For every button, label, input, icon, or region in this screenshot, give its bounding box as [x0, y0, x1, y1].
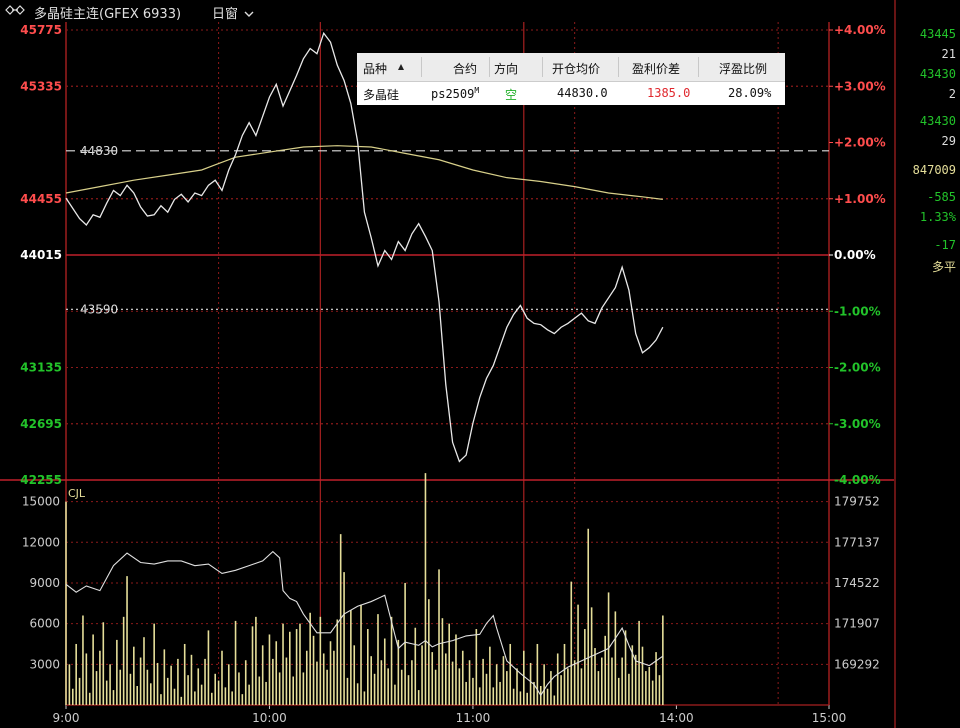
pct-tick-label: -4.00% — [834, 473, 881, 487]
price-tick-label: 44015 — [20, 248, 62, 262]
oi-tick-label: 174522 — [834, 576, 880, 590]
time-tick-label: 14:00 — [659, 711, 694, 725]
pct-tick-label: -1.00% — [834, 304, 881, 318]
pct-tick-label: +4.00% — [834, 23, 886, 37]
header-contract[interactable]: 合约 — [453, 60, 477, 77]
panel-divider — [894, 0, 896, 728]
chart-grid — [0, 22, 894, 709]
header-divider — [618, 57, 619, 77]
row-contract-mark: M — [474, 86, 480, 95]
quote-value: 43445 — [919, 27, 956, 41]
quote-value: 43430 — [919, 67, 956, 81]
volume-tick-label: 15000 — [22, 495, 60, 509]
quote-value: 1.33% — [919, 210, 956, 224]
row-open-avg: 44830.0 — [557, 86, 608, 100]
time-tick-label: 10:00 — [252, 711, 287, 725]
average-price-series — [65, 145, 663, 200]
time-tick-label: 11:00 — [456, 711, 491, 725]
position-table: 品种 合约 方向 开仓均价 盈利价差 浮盈比例 多晶硅 ps2509M 空 44… — [357, 53, 785, 105]
row-profit-spread: 1385.0 — [647, 86, 691, 100]
marker-label: 44830 — [80, 144, 118, 158]
quote-value: 21 — [941, 47, 956, 61]
pct-tick-label: -3.00% — [834, 417, 881, 431]
open-interest-line — [65, 550, 664, 697]
volume-tick-label: 3000 — [29, 657, 60, 671]
triangle-up-icon[interactable] — [397, 60, 405, 74]
header-direction[interactable]: 方向 — [494, 60, 518, 77]
volume-tick-label: 12000 — [22, 535, 60, 549]
marker-label: 43590 — [80, 302, 118, 316]
header-divider — [542, 57, 543, 77]
price-tick-label: 45775 — [20, 23, 62, 37]
oi-tick-label: 177137 — [834, 535, 880, 549]
header-product[interactable]: 品种 — [363, 60, 387, 77]
time-tick-label: 15:00 — [812, 711, 847, 725]
pct-tick-label: +3.00% — [834, 79, 886, 93]
quote-value: 29 — [941, 134, 956, 148]
volume-label: CJL — [68, 487, 86, 500]
header-divider — [698, 57, 699, 77]
axis-labels: 45775 45335 44455 44015 43135 42695 42255 +4.00… — [20, 23, 885, 725]
quote-value: -585 — [927, 190, 956, 204]
quote-value: 847009 — [912, 163, 956, 177]
row-product: 多晶硅 — [363, 88, 400, 102]
intraday-chart: 45775 45335 44455 44015 43135 42695 42255 +4.00… — [0, 22, 894, 725]
volume-bars — [65, 473, 664, 705]
header-divider — [489, 57, 490, 77]
open-interest-series — [65, 550, 664, 697]
header-profit-spread[interactable]: 盈利价差 — [632, 60, 680, 77]
pct-tick-label: +1.00% — [834, 192, 886, 206]
volume-tick-label: 9000 — [29, 576, 60, 590]
header-open-avg[interactable]: 开仓均价 — [552, 60, 600, 77]
header-divider — [421, 57, 422, 77]
oi-tick-label: 169292 — [834, 657, 880, 671]
time-tick-label: 9:00 — [53, 711, 80, 725]
volume-tick-label: 6000 — [29, 617, 60, 631]
quote-value: -17 — [934, 238, 956, 252]
price-tick-label: 42255 — [20, 473, 62, 487]
price-tick-label: 44455 — [20, 192, 62, 206]
quote-panel: 43445 21 43430 2 43430 29 847009 -585 1.… — [894, 0, 960, 728]
header-float-ratio[interactable]: 浮盈比例 — [719, 60, 767, 77]
oi-tick-label: 179752 — [834, 495, 880, 509]
row-contract-code: ps2509 — [431, 87, 475, 101]
price-tick-label: 43135 — [20, 361, 62, 375]
row-direction: 空 — [505, 88, 518, 102]
pct-tick-label: +2.00% — [834, 136, 886, 150]
row-float-ratio: 28.09% — [728, 86, 772, 100]
row-contract: ps2509M — [431, 86, 479, 101]
quote-value: 2 — [948, 87, 956, 101]
price-tick-label: 42695 — [20, 417, 62, 431]
pct-tick-label: -2.00% — [834, 361, 881, 375]
price-tick-label: 45335 — [20, 79, 62, 93]
quote-value: 多平 — [931, 260, 956, 274]
oi-tick-label: 171907 — [834, 617, 880, 631]
quote-value: 43430 — [919, 114, 956, 128]
pct-tick-label: 0.00% — [834, 248, 876, 262]
